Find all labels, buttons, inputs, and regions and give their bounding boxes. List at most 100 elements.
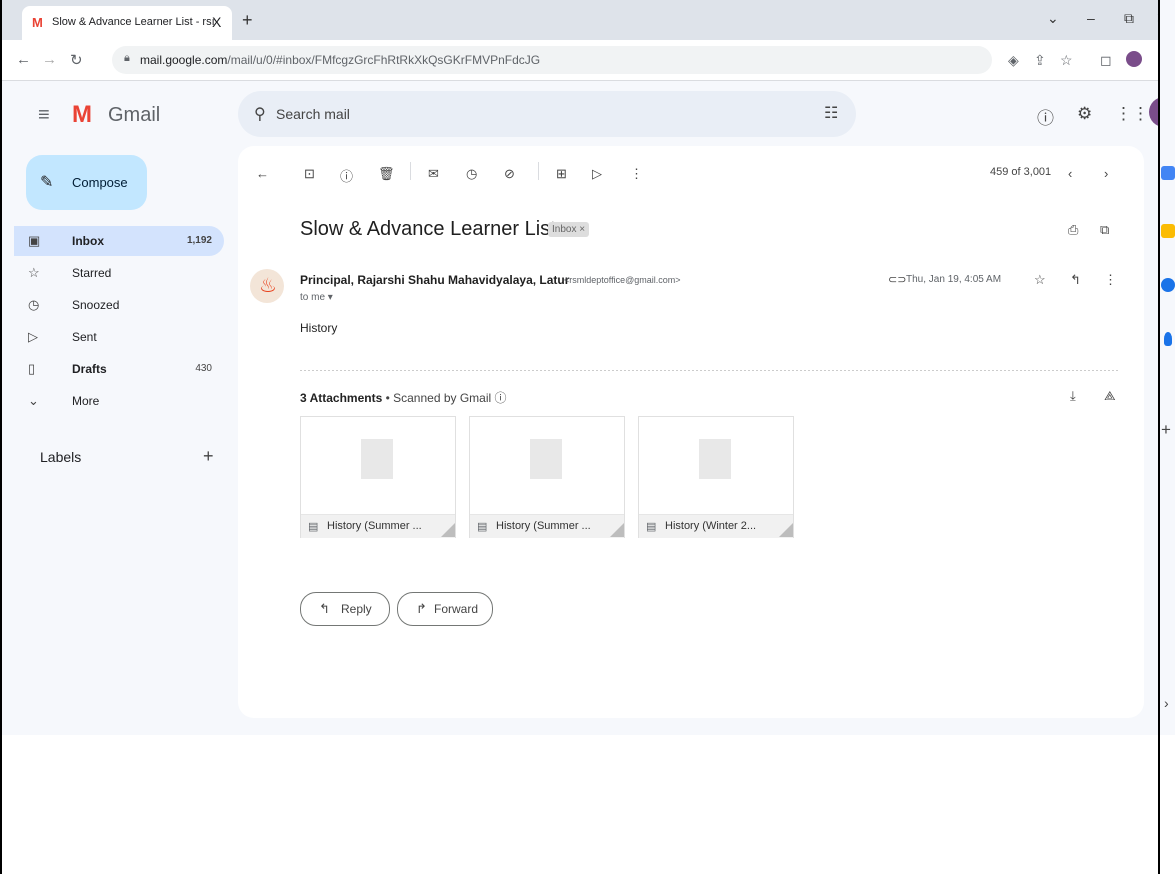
new-tab-button[interactable]: +: [242, 10, 253, 31]
sidebar-item-drafts[interactable]: ▯ Drafts 430: [14, 354, 224, 384]
move-icon[interactable]: ⊞: [556, 166, 567, 182]
help-icon[interactable]: ⓘ: [1037, 104, 1054, 129]
labels-heading: Labels: [40, 449, 82, 465]
compose-button[interactable]: ✎ Compose: [26, 155, 147, 210]
snooze-icon[interactable]: ◷: [466, 166, 477, 182]
mail-icon[interactable]: ✉: [428, 166, 439, 182]
star-icon[interactable]: ☆: [1034, 272, 1046, 288]
message-body: History: [300, 321, 338, 335]
attachment-footer: ▤ History (Summer ...: [301, 514, 455, 538]
sidebar-item-label: Starred: [72, 266, 112, 280]
gmail-logo-text[interactable]: Gmail: [108, 104, 160, 127]
calendar-icon[interactable]: [1161, 166, 1175, 180]
download-icon[interactable]: ⤓: [1070, 388, 1076, 404]
sidebar-item-inbox[interactable]: ▣ Inbox 1,192: [14, 226, 224, 256]
delete-icon[interactable]: 🗑︎: [378, 166, 395, 182]
attachment-footer: ▤ History (Winter 2...: [639, 514, 793, 538]
bookmark-star-icon[interactable]: ☆: [1060, 52, 1073, 69]
print-icon[interactable]: ⎙: [1068, 222, 1078, 238]
older-icon[interactable]: ›: [1104, 166, 1108, 181]
address-bar[interactable]: 🔒︎ mail.google.com/mail/u/0/#inbox/FMfcg…: [112, 46, 992, 74]
page-fold: [441, 523, 455, 537]
tab-title: Slow & Advance Learner List - rsı: [52, 16, 215, 28]
add-label-icon[interactable]: +: [203, 446, 214, 467]
tune-icon[interactable]: ☷: [824, 103, 838, 123]
message-pane: ← ⊡ ⓘ 🗑︎ ✉ ◷ ⊘ ⊞ ▷ ⋮ 459 of 3,001 ‹ › Sl…: [238, 146, 1144, 718]
recipient-details[interactable]: to me ▾: [300, 292, 333, 303]
more-icon[interactable]: ⋮: [1104, 272, 1117, 288]
browser-tab[interactable]: M Slow & Advance Learner List - rsı X: [22, 6, 232, 40]
sidebar-item-label: Snoozed: [72, 298, 120, 312]
star-icon: ☆: [28, 265, 40, 280]
share-icon[interactable]: ⇪: [1034, 52, 1046, 69]
chevron-down-icon: ⌄: [28, 393, 39, 408]
label-icon[interactable]: ▷: [592, 166, 602, 182]
tasks-icon[interactable]: [1161, 278, 1175, 292]
attachment-name: History (Summer ...: [327, 520, 422, 532]
forward-button[interactable]: ↱ Forward: [397, 592, 493, 626]
page-fold: [779, 523, 793, 537]
menu-icon[interactable]: ≡: [38, 104, 50, 127]
lock-icon: 🔒︎: [124, 52, 130, 64]
open-new-icon[interactable]: ⧉: [1100, 222, 1109, 238]
unread-count: 1,192: [186, 235, 212, 246]
sidebar-item-snoozed[interactable]: ◷ Snoozed: [14, 290, 224, 320]
attachment-card[interactable]: ▤ History (Winter 2...: [638, 416, 794, 538]
pencil-icon: ✎: [40, 174, 54, 191]
tab-strip: M Slow & Advance Learner List - rsı X + …: [2, 0, 1158, 40]
side-panel-rail: + ›: [1160, 0, 1175, 735]
drive-icon[interactable]: ⟁: [1104, 388, 1116, 404]
browser-toolbar: ← → ↻ 🔒︎ mail.google.com/mail/u/0/#inbox…: [2, 40, 1158, 81]
profile-avatar-icon[interactable]: [1126, 51, 1142, 67]
restore-icon[interactable]: ⧉: [1124, 10, 1134, 27]
url-text: mail.google.com/mail/u/0/#inbox/FMfcgzGr…: [140, 53, 540, 67]
search-bar[interactable]: ⚲ Search mail ☷: [238, 91, 856, 137]
expand-panel-icon[interactable]: ›: [1164, 695, 1169, 711]
forward-icon[interactable]: →: [42, 51, 57, 68]
contacts-icon[interactable]: [1164, 332, 1172, 346]
search-input[interactable]: Search mail: [276, 106, 350, 122]
keep-icon[interactable]: [1161, 224, 1175, 238]
reply-button[interactable]: ↰ Reply: [300, 592, 390, 626]
attachment-icon: ⊂⊃: [888, 274, 907, 286]
side-panel-icon[interactable]: ◻: [1100, 52, 1112, 69]
add-addon-icon[interactable]: +: [1161, 420, 1171, 440]
gmail-icon: M: [32, 15, 43, 30]
attachments-divider: [300, 370, 1118, 371]
inbox-icon: ▣: [28, 233, 41, 248]
reload-icon[interactable]: ↻: [70, 51, 83, 69]
task-icon[interactable]: ⊘: [504, 166, 515, 182]
url-host: mail.google.com: [140, 53, 228, 67]
more-icon[interactable]: ⋮: [630, 166, 643, 182]
attachment-card[interactable]: ▤ History (Summer ...: [469, 416, 625, 538]
sender-avatar[interactable]: ♨: [250, 269, 284, 303]
reply-label: Reply: [341, 602, 372, 616]
back-icon[interactable]: ←: [16, 51, 31, 68]
sidebar-item-label: Sent: [72, 330, 97, 344]
sender-name[interactable]: Principal, Rajarshi Shahu Mahavidyalaya,…: [300, 273, 569, 287]
back-to-inbox-icon[interactable]: ←: [256, 166, 269, 181]
inbox-label-chip[interactable]: Inbox ×: [548, 222, 590, 237]
archive-icon[interactable]: ⊡: [304, 166, 315, 182]
file-thumbnail: [699, 439, 731, 479]
settings-icon[interactable]: ⚙: [1077, 104, 1092, 124]
attachment-card[interactable]: ▤ History (Summer ...: [300, 416, 456, 538]
file-thumbnail: [361, 439, 393, 479]
report-icon[interactable]: ⓘ: [340, 166, 353, 185]
extension-icon[interactable]: ◈: [1008, 52, 1019, 69]
gmail-logo-icon[interactable]: M: [72, 101, 92, 129]
tab-close-button[interactable]: X: [212, 14, 221, 30]
drafts-count: 430: [195, 363, 212, 374]
sidebar-item-sent[interactable]: ▷ Sent: [14, 322, 224, 352]
sidebar-item-more[interactable]: ⌄ More: [14, 386, 224, 416]
minimize-icon[interactable]: –: [1087, 10, 1095, 26]
compose-label: Compose: [72, 175, 128, 190]
window-close-icon[interactable]: ✕: [1156, 10, 1158, 27]
sidebar-item-starred[interactable]: ☆ Starred: [14, 258, 224, 288]
search-icon[interactable]: ⚲: [254, 104, 266, 124]
reply-icon[interactable]: ↰: [1070, 272, 1081, 288]
tab-search-icon[interactable]: ⌄: [1047, 10, 1059, 27]
sidebar-item-label: More: [72, 394, 100, 408]
browser-window: M Slow & Advance Learner List - rsı X + …: [2, 0, 1158, 735]
newer-icon[interactable]: ‹: [1068, 166, 1072, 181]
